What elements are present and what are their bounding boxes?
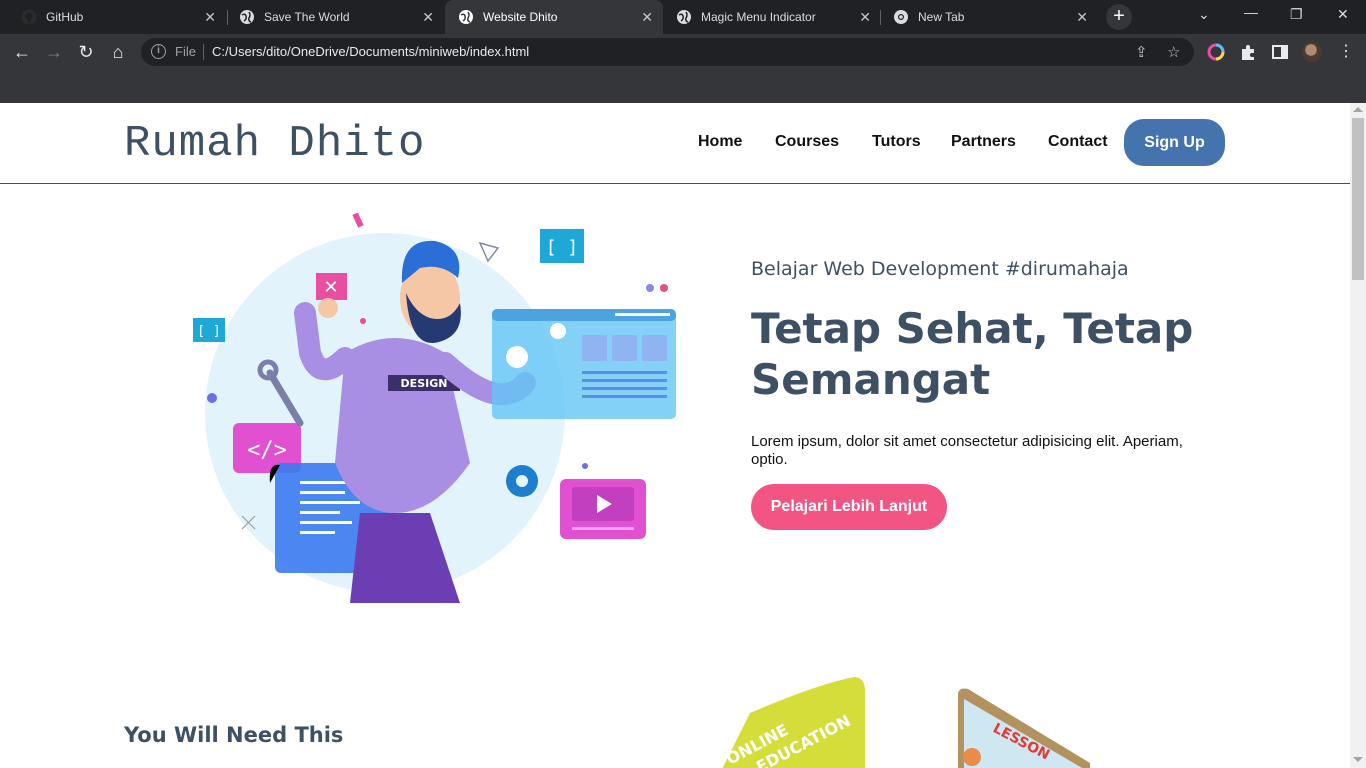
learn-more-button[interactable]: Pelajari Lebih Lanjut (751, 484, 947, 530)
site-logo[interactable]: Rumah Dhito (124, 119, 425, 169)
forward-arrow-icon[interactable]: → (43, 41, 65, 63)
hero-illustration: [ ] [ ] ✕ </> DESIGN (193, 213, 676, 603)
puzzle-icon[interactable] (1239, 43, 1257, 61)
tab-title: Magic Menu Indicator (701, 10, 816, 24)
close-icon[interactable]: ✕ (641, 9, 653, 26)
nav-partners[interactable]: Partners (951, 133, 1016, 151)
tab-title: Website Dhito (483, 10, 558, 24)
back-arrow-icon[interactable]: ← (11, 41, 33, 63)
browser-toolbar: ← → ↻ ⌂ i File C:/Users/dito/OneDrive/Do… (0, 34, 1366, 70)
globe-icon (240, 10, 254, 24)
sign-up-button[interactable]: Sign Up (1124, 119, 1225, 166)
close-icon[interactable]: ✕ (204, 9, 216, 26)
toolbar-spacer (0, 70, 1366, 103)
close-icon[interactable]: ✕ (859, 9, 871, 26)
side-panel-icon[interactable] (1271, 43, 1289, 61)
section-title: You Will Need This (124, 723, 344, 747)
minimize-button[interactable]: — (1244, 4, 1258, 20)
hero-title: Tetap Sehat, Tetap Semangat (751, 304, 1194, 404)
github-icon (21, 9, 37, 25)
nav-home[interactable]: Home (698, 133, 742, 151)
nav-contact[interactable]: Contact (1048, 133, 1108, 151)
close-icon[interactable]: ✕ (1076, 9, 1088, 26)
svg-text:[ ]: [ ] (546, 237, 579, 258)
tab-search-icon[interactable]: ⌄ (1198, 6, 1210, 23)
hero-text: Lorem ipsum, dolor sit amet consectetur … (751, 433, 1183, 468)
svg-text:</>: </> (247, 438, 287, 463)
star-icon[interactable]: ☆ (1167, 43, 1180, 61)
nav-courses[interactable]: Courses (775, 133, 839, 151)
profile-avatar[interactable] (1302, 42, 1322, 62)
close-window-button[interactable]: ✕ (1337, 6, 1349, 23)
chrome-icon (894, 10, 908, 24)
globe-icon (677, 10, 691, 24)
illustration-badge: DESIGN (401, 377, 448, 390)
info-icon[interactable]: i (151, 44, 166, 59)
share-icon[interactable]: ⇪ (1135, 43, 1148, 61)
site-header: Rumah Dhito Home Courses Tutors Partners… (0, 103, 1350, 184)
scheme-label: File (175, 44, 196, 59)
hero-subtitle: Belajar Web Development #dirumahaja (751, 258, 1129, 280)
menu-dots-icon[interactable]: ⋮ (1338, 41, 1354, 63)
tab-title: GitHub (46, 10, 84, 24)
address-bar[interactable]: i File C:/Users/dito/OneDrive/Documents/… (141, 38, 1194, 66)
tab-github[interactable]: GitHub ✕ (8, 0, 226, 34)
page-viewport: Rumah Dhito Home Courses Tutors Partners… (0, 103, 1350, 768)
tab-strip: GitHub ✕ Save The World ✕ Website Dhito … (0, 0, 1366, 34)
tab-new-tab[interactable]: New Tab ✕ (880, 0, 1098, 34)
nav-tutors[interactable]: Tutors (872, 133, 921, 151)
restore-button[interactable]: ❐ (1290, 6, 1303, 23)
tab-title: Save The World (264, 10, 350, 24)
tab-website-dhito[interactable]: Website Dhito ✕ (445, 0, 663, 34)
home-icon[interactable]: ⌂ (107, 41, 129, 63)
scroll-up-arrow-icon[interactable] (1353, 107, 1363, 112)
tab-title: New Tab (918, 10, 965, 24)
new-tab-button[interactable]: + (1106, 4, 1132, 30)
scrollbar-thumb[interactable] (1352, 118, 1364, 280)
close-icon[interactable]: ✕ (422, 9, 434, 26)
url-text[interactable]: C:/Users/dito/OneDrive/Documents/miniweb… (212, 44, 529, 59)
globe-icon (459, 10, 473, 24)
online-education-card: ONLINE EDUCATION (722, 677, 865, 768)
color-extension-icon[interactable] (1207, 43, 1225, 61)
tab-save-the-world[interactable]: Save The World ✕ (226, 0, 444, 34)
svg-text:✕: ✕ (323, 277, 338, 298)
svg-text:[ ]: [ ] (197, 324, 220, 339)
tab-magic-menu[interactable]: Magic Menu Indicator ✕ (663, 0, 881, 34)
reload-icon[interactable]: ↻ (75, 41, 97, 63)
scroll-down-arrow-icon[interactable] (1353, 757, 1363, 762)
lesson-laptop-card: LESSON (958, 688, 1090, 768)
